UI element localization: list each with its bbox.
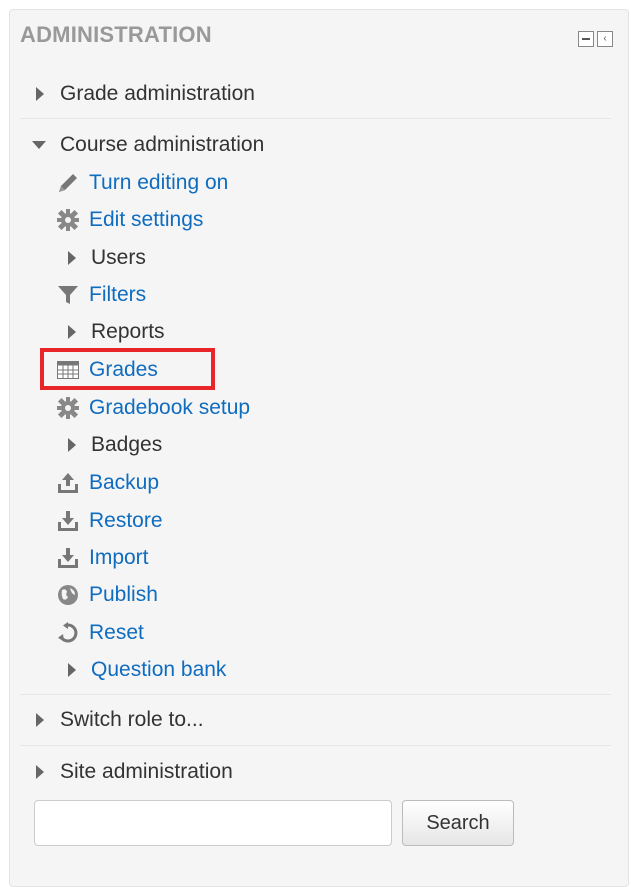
- tree-item-label: Users: [91, 246, 146, 269]
- globe-icon: [55, 583, 81, 607]
- tree-item-label: Filters: [89, 283, 147, 306]
- download-icon: [55, 509, 81, 533]
- tree-item-switch-role[interactable]: Switch role to...: [36, 708, 204, 732]
- dock-left-icon[interactable]: ‹: [597, 31, 613, 47]
- gear-icon: [55, 208, 81, 232]
- tree-item-label: Badges: [91, 433, 163, 456]
- divider: [20, 118, 611, 119]
- tree-item-course-administration[interactable]: Course administration: [32, 133, 264, 157]
- triangle-down-icon: [32, 141, 46, 149]
- tree-item-site-administration[interactable]: Site administration: [36, 760, 233, 784]
- triangle-right-icon: [68, 325, 76, 339]
- tree-item-restore[interactable]: Restore: [55, 509, 163, 533]
- tree-item-badges[interactable]: Badges: [60, 433, 162, 457]
- gear-icon: [55, 396, 81, 420]
- tree-item-grade-administration[interactable]: Grade administration: [36, 82, 255, 106]
- tree-item-label: Course administration: [60, 133, 265, 156]
- highlight-box: [40, 348, 215, 390]
- upload-icon: [55, 471, 81, 495]
- tree-item-publish[interactable]: Publish: [55, 583, 158, 607]
- block-title: ADMINISTRATION: [20, 22, 212, 47]
- filter-icon: [55, 283, 81, 307]
- tree-item-label: Reset: [89, 621, 144, 644]
- tree-item-label: Edit settings: [89, 208, 204, 231]
- minus-box-icon[interactable]: [578, 31, 594, 47]
- divider: [20, 745, 611, 746]
- triangle-right-icon: [68, 251, 76, 265]
- tree-item-label: Restore: [89, 509, 163, 532]
- tree-item-import[interactable]: Import: [55, 546, 149, 570]
- tree-item-label: Site administration: [60, 760, 233, 783]
- tree-item-reset[interactable]: Reset: [55, 621, 144, 645]
- tree-item-label: Question bank: [91, 658, 227, 681]
- triangle-right-icon: [36, 87, 44, 101]
- tree-item-filters[interactable]: Filters: [55, 283, 146, 307]
- download-icon: [55, 546, 81, 570]
- search-button[interactable]: Search: [402, 800, 514, 846]
- pencil-icon: [55, 171, 81, 195]
- tree-item-label: Backup: [89, 471, 160, 494]
- tree-item-label: Gradebook setup: [89, 396, 251, 419]
- tree-item-gradebook-setup[interactable]: Gradebook setup: [55, 396, 250, 420]
- block-controls: ‹: [578, 31, 613, 47]
- search-input[interactable]: [34, 800, 392, 846]
- tree-item-label: Switch role to...: [60, 708, 204, 731]
- tree-item-users[interactable]: Users: [60, 246, 146, 270]
- triangle-right-icon: [36, 713, 44, 727]
- triangle-right-icon: [36, 765, 44, 779]
- triangle-right-icon: [68, 438, 76, 452]
- tree-item-reports[interactable]: Reports: [60, 320, 165, 344]
- refresh-icon: [55, 621, 81, 645]
- tree-item-turn-editing-on[interactable]: Turn editing on: [55, 171, 228, 195]
- tree-item-backup[interactable]: Backup: [55, 471, 159, 495]
- tree-item-label: Turn editing on: [89, 171, 229, 194]
- tree-item-label: Grade administration: [60, 82, 255, 105]
- tree-item-label: Publish: [89, 583, 158, 606]
- divider: [20, 694, 611, 695]
- tree-item-label: Reports: [91, 320, 165, 343]
- tree-item-label: Import: [89, 546, 149, 569]
- tree-item-question-bank[interactable]: Question bank: [60, 658, 226, 682]
- triangle-right-icon: [68, 663, 76, 677]
- tree-item-edit-settings[interactable]: Edit settings: [55, 208, 203, 232]
